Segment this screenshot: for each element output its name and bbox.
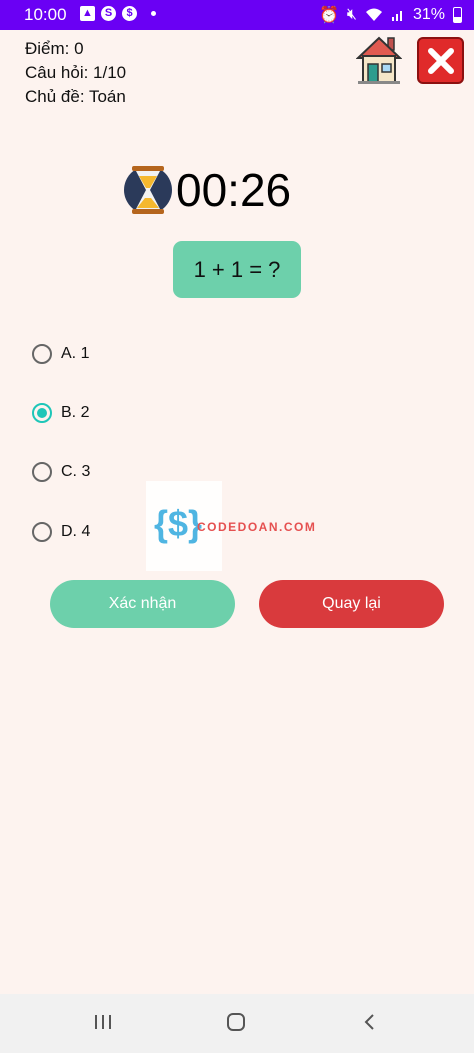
option-label: C. 3 <box>61 463 91 480</box>
radio-button[interactable] <box>32 344 52 364</box>
gallery-icon: ▲ <box>80 6 95 21</box>
back-button-label: Quay lại <box>322 595 381 612</box>
status-bar: 10:00 ▲ S $ ⏰ 🔇︎ 31% <box>0 0 474 30</box>
watermark-text: CODEDOAN.COM <box>197 520 317 534</box>
radio-button-selected[interactable] <box>32 403 52 423</box>
status-time: 10:00 <box>24 5 67 24</box>
option-label: B. 2 <box>61 404 90 421</box>
confirm-button-label: Xác nhận <box>108 595 177 612</box>
back-nav-icon[interactable] <box>360 1012 380 1032</box>
home-icon <box>355 36 403 84</box>
notification-icons: ▲ S $ <box>80 6 156 21</box>
signal-icon <box>391 11 402 21</box>
timer-value: 00:26 <box>176 164 292 216</box>
alarm-icon: ⏰ <box>318 7 339 24</box>
s-app-icon: S <box>101 6 116 21</box>
option-b[interactable]: B. 2 <box>32 399 89 427</box>
option-d[interactable]: D. 4 <box>32 518 90 546</box>
option-a[interactable]: A. 1 <box>32 340 89 368</box>
topic-label: Chủ đề: Toán <box>25 87 126 106</box>
close-icon <box>427 47 454 74</box>
watermark-logo-text: {$} <box>154 503 203 544</box>
battery-icon <box>453 7 462 23</box>
home-button[interactable] <box>355 34 403 86</box>
radio-button[interactable] <box>32 522 52 542</box>
score-label: Điểm: 0 <box>25 39 84 58</box>
question-count-label: Câu hỏi: 1/10 <box>25 63 127 82</box>
close-button[interactable] <box>417 37 464 84</box>
question-text: 1 + 1 = ? <box>193 256 281 282</box>
option-label: A. 1 <box>61 345 90 362</box>
more-notifications-dot <box>151 11 156 16</box>
option-c[interactable]: C. 3 <box>32 458 90 486</box>
radio-button[interactable] <box>32 462 52 482</box>
home-nav-icon[interactable] <box>226 1012 246 1032</box>
mute-icon: 🔇︎ <box>346 6 357 23</box>
wifi-icon <box>365 8 382 21</box>
recent-apps-icon[interactable] <box>93 1012 113 1032</box>
question-box: 1 + 1 = ? <box>173 241 301 298</box>
back-button[interactable]: Quay lại <box>259 580 444 628</box>
hourglass-icon <box>123 164 173 216</box>
system-icons: ⏰ 🔇︎ 31% <box>319 5 462 25</box>
battery-percent: 31% <box>412 6 445 23</box>
navigation-bar <box>0 994 474 1053</box>
confirm-button[interactable]: Xác nhận <box>50 580 235 628</box>
dollar-icon: $ <box>122 6 137 21</box>
option-label: D. 4 <box>61 523 91 540</box>
